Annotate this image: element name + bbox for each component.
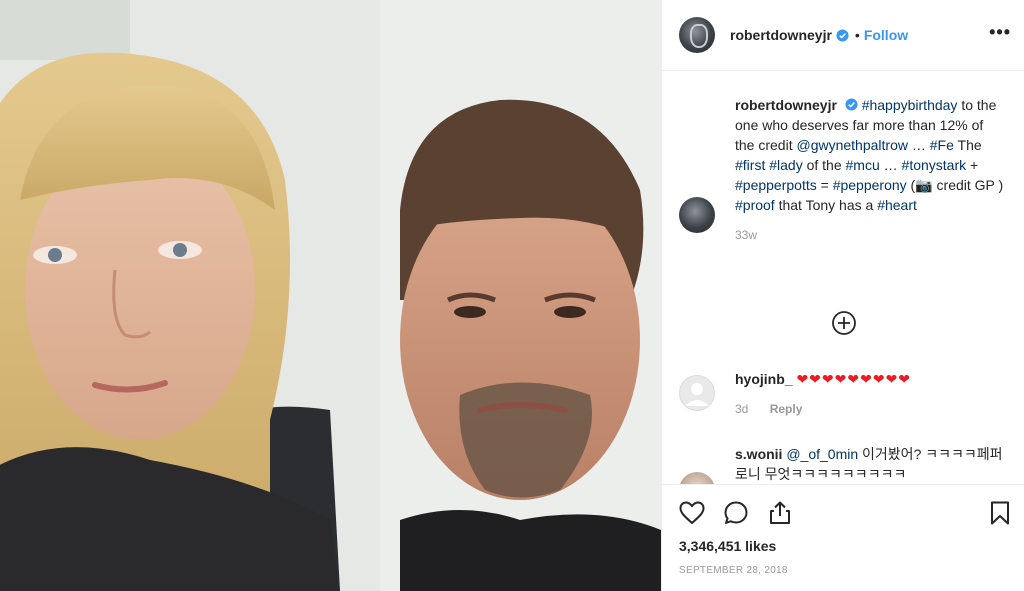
caption-hashtag-link[interactable]: #tonystark: [902, 157, 967, 173]
caption-time[interactable]: 33w: [735, 228, 757, 242]
caption-username[interactable]: robertdowneyjr: [735, 97, 837, 113]
photo-illustration: [0, 0, 661, 591]
post-sidebar: robertdowneyjr • Follow ••• robertdowney…: [661, 0, 1024, 591]
bookmark-icon[interactable]: [986, 499, 1014, 527]
caption-hashtag-link[interactable]: #mcu: [846, 157, 880, 173]
caption-text-segment: =: [816, 177, 833, 193]
caption-meta: 33w: [735, 225, 1005, 245]
likes-count[interactable]: 3,346,451 likes: [679, 538, 776, 554]
caption-hashtag-link[interactable]: #pepperony: [833, 177, 907, 193]
reply-button[interactable]: Reply: [770, 402, 803, 416]
post-date[interactable]: SEPTEMBER 28, 2018: [679, 565, 788, 576]
comments-section: robertdowneyjr #happybirthday to the one…: [662, 71, 1024, 484]
plus-circle-icon[interactable]: [830, 309, 858, 337]
caption-hashtag-link[interactable]: #pepperpotts: [735, 177, 817, 193]
comment-username[interactable]: hyojinb_: [735, 371, 793, 387]
caption-avatar[interactable]: [679, 197, 715, 233]
caption-hashtag-link[interactable]: #Fe: [930, 137, 954, 153]
verified-badge-icon: [845, 98, 858, 111]
comment-body: s.wonii @_of_0min 이거봤어? ㅋㅋㅋㅋ페퍼로니 무엇ㅋㅋㅋㅋㅋ…: [735, 444, 1005, 484]
verified-badge-icon: [836, 28, 849, 42]
caption-text-segment: …: [907, 137, 930, 153]
commenter-avatar[interactable]: [679, 472, 715, 484]
caption-text-segment: (📷 credit GP ): [906, 177, 1004, 193]
caption-text-segment: +: [966, 157, 979, 173]
caption-text-segment: of the: [802, 157, 846, 173]
comment-username[interactable]: s.wonii: [735, 446, 782, 462]
author-avatar[interactable]: [679, 17, 715, 53]
comment-mention[interactable]: @_of_0min: [786, 446, 858, 462]
default-avatar-icon: [685, 383, 709, 406]
caption-text: #happybirthday to the one who deserves f…: [735, 97, 1003, 213]
comment-body: hyojinb_ ❤❤❤❤❤❤❤❤❤ 3d Reply: [735, 369, 1005, 419]
caption-hashtag-link[interactable]: #lady: [769, 157, 802, 173]
post-photo: [0, 0, 661, 591]
caption-text-segment: that Tony has a: [774, 197, 878, 213]
separator-dot: •: [854, 27, 860, 43]
post-header: robertdowneyjr • Follow •••: [662, 0, 1024, 71]
caption-hashtag-link[interactable]: #proof: [735, 197, 775, 213]
post-actions: 3,346,451 likes SEPTEMBER 28, 2018: [662, 484, 1024, 591]
heart-outline-icon[interactable]: [678, 499, 706, 527]
comment-bubble-icon[interactable]: [722, 499, 750, 527]
comment-text: ❤❤❤❤❤❤❤❤❤: [796, 371, 912, 387]
caption-hashtag-link[interactable]: @gwynethpaltrow: [796, 137, 908, 153]
comment-meta: 3d Reply: [735, 399, 1005, 419]
commenter-avatar[interactable]: [679, 375, 715, 411]
more-options-button[interactable]: •••: [989, 22, 1011, 43]
comment-time[interactable]: 3d: [735, 402, 748, 416]
caption-body: robertdowneyjr #happybirthday to the one…: [735, 95, 1005, 245]
share-upload-icon[interactable]: [766, 499, 794, 527]
follow-button[interactable]: Follow: [864, 27, 908, 43]
caption-hashtag-link[interactable]: #heart: [877, 197, 917, 213]
author-username[interactable]: robertdowneyjr: [730, 27, 832, 43]
caption-text-segment: The: [953, 137, 982, 153]
caption-hashtag-link[interactable]: #first: [735, 157, 765, 173]
caption-hashtag-link[interactable]: #happybirthday: [862, 97, 958, 113]
caption-text-segment: …: [879, 157, 902, 173]
